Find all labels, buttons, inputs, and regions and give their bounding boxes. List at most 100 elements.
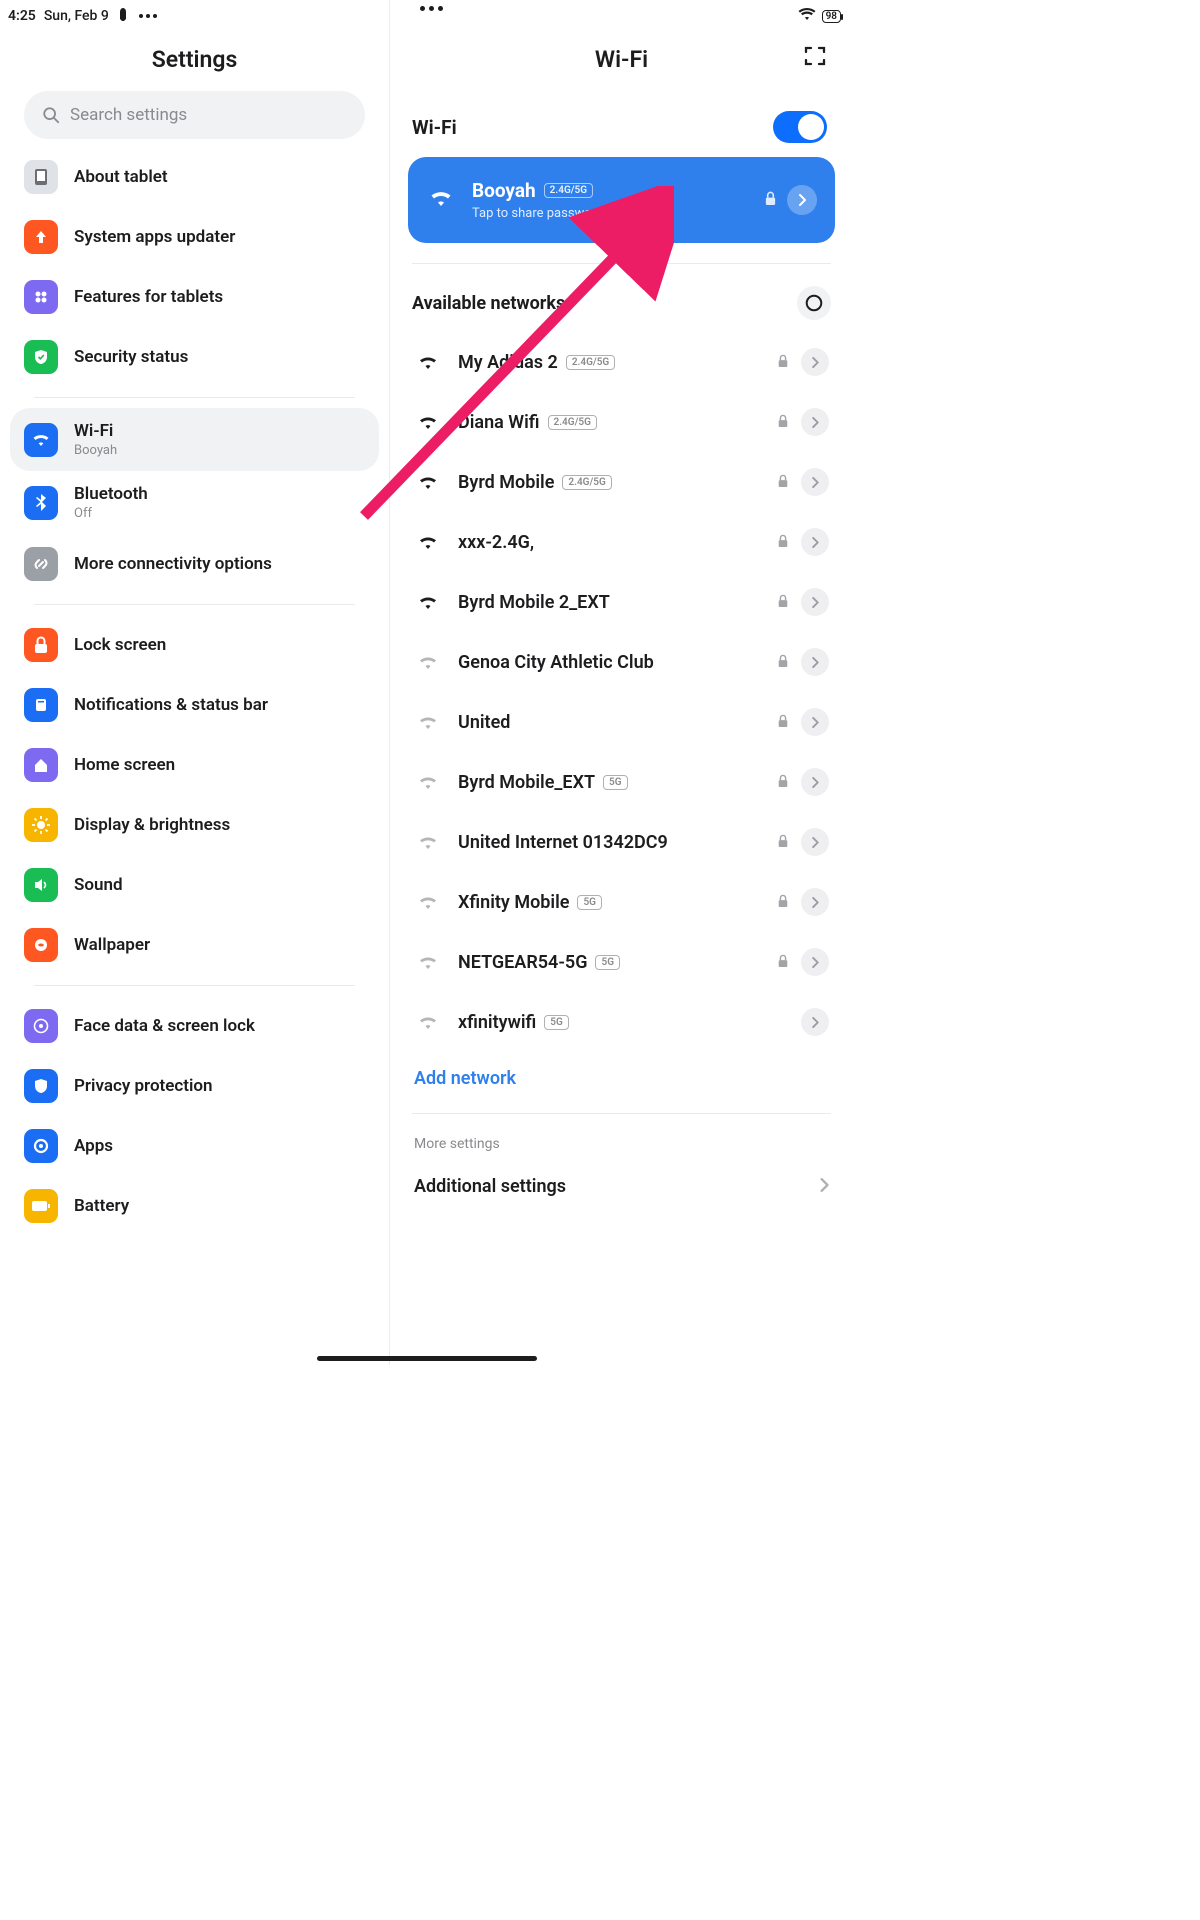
- speaker-icon: [24, 868, 58, 902]
- lock-icon: [777, 893, 789, 912]
- network-details-button[interactable]: [801, 708, 829, 736]
- overflow-icon[interactable]: [420, 6, 443, 11]
- network-row[interactable]: Byrd Mobile_EXT5G: [408, 752, 835, 812]
- network-details-button[interactable]: [801, 948, 829, 976]
- sidebar-item-face[interactable]: Face data & screen lock: [10, 996, 379, 1056]
- sidebar-item-sound[interactable]: Sound: [10, 855, 379, 915]
- wifi-signal-icon: [414, 1014, 442, 1031]
- network-ssid: xxx-2.4G,: [458, 532, 534, 553]
- sidebar-item-label: Wi-Fi: [74, 421, 117, 441]
- wifi-signal-icon: [414, 774, 442, 791]
- band-chip: 5G: [595, 955, 620, 970]
- lock-icon: [777, 653, 789, 672]
- lock-icon: [777, 533, 789, 552]
- network-details-button[interactable]: [801, 528, 829, 556]
- network-details-button[interactable]: [801, 348, 829, 376]
- face-icon: [24, 1009, 58, 1043]
- additional-settings-row[interactable]: Additional settings: [408, 1162, 835, 1211]
- sidebar-item-label: More connectivity options: [74, 554, 272, 574]
- divider: [412, 263, 831, 264]
- sidebar-item-label: Battery: [74, 1196, 129, 1216]
- wifi-title: Wi-Fi: [595, 46, 648, 73]
- network-row[interactable]: Genoa City Athletic Club: [408, 632, 835, 692]
- band-chip: 2.4G/5G: [544, 183, 593, 198]
- network-ssid: United: [458, 712, 510, 733]
- network-row[interactable]: Xfinity Mobile5G: [408, 872, 835, 932]
- network-ssid: xfinitywifi: [458, 1012, 536, 1033]
- sidebar-item-home[interactable]: Home screen: [10, 735, 379, 795]
- sidebar-item-notifs[interactable]: Notifications & status bar: [10, 675, 379, 735]
- refresh-button[interactable]: [797, 286, 831, 320]
- band-chip: 2.4G/5G: [562, 475, 611, 490]
- network-details-button[interactable]: [801, 588, 829, 616]
- lock-icon: [777, 473, 789, 492]
- network-row[interactable]: Byrd Mobile 2_EXT: [408, 572, 835, 632]
- network-details-button[interactable]: [801, 768, 829, 796]
- home-indicator[interactable]: [317, 1356, 537, 1361]
- wifi-toggle[interactable]: [773, 111, 827, 143]
- wifi-signal-icon: [414, 594, 442, 611]
- lock-icon: [777, 413, 789, 432]
- sidebar-item-label: About tablet: [74, 167, 168, 187]
- sidebar-item-display[interactable]: Display & brightness: [10, 795, 379, 855]
- network-row[interactable]: Diana Wifi2.4G/5G: [408, 392, 835, 452]
- status-date: Sun, Feb 9: [44, 8, 109, 24]
- link-icon: [24, 547, 58, 581]
- sidebar-item-bluetooth[interactable]: BluetoothOff: [10, 471, 379, 534]
- network-ssid: Byrd Mobile 2_EXT: [458, 592, 610, 613]
- search-input[interactable]: Search settings: [24, 91, 365, 139]
- network-details-button[interactable]: [801, 828, 829, 856]
- sidebar-item-about[interactable]: About tablet: [10, 147, 379, 207]
- network-ssid: Genoa City Athletic Club: [458, 652, 654, 673]
- lock-icon: [24, 628, 58, 662]
- sidebar-item-label: Security status: [74, 347, 188, 367]
- qr-scan-button[interactable]: [801, 42, 829, 70]
- lock-icon: [777, 953, 789, 972]
- network-row[interactable]: NETGEAR54-5G5G: [408, 932, 835, 992]
- sidebar-item-more-conn[interactable]: More connectivity options: [10, 534, 379, 594]
- network-row[interactable]: Byrd Mobile2.4G/5G: [408, 452, 835, 512]
- band-chip: 2.4G/5G: [548, 415, 597, 430]
- divider: [34, 985, 355, 986]
- network-details-button[interactable]: [801, 408, 829, 436]
- network-details-button[interactable]: [801, 468, 829, 496]
- sidebar-item-sub: Off: [74, 506, 148, 521]
- add-network-button[interactable]: Add network: [408, 1052, 835, 1113]
- network-details-button[interactable]: [801, 1008, 829, 1036]
- privacy-icon: [24, 1069, 58, 1103]
- network-row[interactable]: My Adidas 22.4G/5G: [408, 332, 835, 392]
- sun-icon: [24, 808, 58, 842]
- network-details-button[interactable]: [801, 648, 829, 676]
- sidebar-item-battery[interactable]: Battery: [10, 1176, 379, 1236]
- wifi-icon: [24, 423, 58, 457]
- sidebar-item-wallpaper[interactable]: Wallpaper: [10, 915, 379, 975]
- sidebar-item-features[interactable]: Features for tablets: [10, 267, 379, 327]
- battery-icon: [24, 1189, 58, 1223]
- sidebar-item-label: Privacy protection: [74, 1076, 213, 1096]
- network-details-button[interactable]: [787, 185, 817, 215]
- wifi-status-icon: [798, 7, 816, 25]
- sidebar-item-label: Wallpaper: [74, 935, 150, 955]
- more-icon[interactable]: [139, 14, 157, 18]
- sidebar-item-sub: Booyah: [74, 443, 117, 458]
- status-bar: 4:25 Sun, Feb 9 98: [0, 0, 853, 28]
- network-row[interactable]: United: [408, 692, 835, 752]
- network-row[interactable]: xxx-2.4G,: [408, 512, 835, 572]
- sidebar-item-privacy[interactable]: Privacy protection: [10, 1056, 379, 1116]
- divider: [34, 397, 355, 398]
- band-chip: 5G: [603, 775, 628, 790]
- available-networks-label: Available networks: [412, 293, 565, 314]
- sidebar-item-security[interactable]: Security status: [10, 327, 379, 387]
- network-row[interactable]: xfinitywifi5G: [408, 992, 835, 1052]
- sidebar-item-label: Notifications & status bar: [74, 695, 268, 715]
- sidebar-item-updater[interactable]: System apps updater: [10, 207, 379, 267]
- network-details-button[interactable]: [801, 888, 829, 916]
- sidebar-item-lock[interactable]: Lock screen: [10, 615, 379, 675]
- network-row[interactable]: United Internet 01342DC9: [408, 812, 835, 872]
- network-ssid: United Internet 01342DC9: [458, 832, 668, 853]
- sidebar-item-apps[interactable]: Apps: [10, 1116, 379, 1176]
- connected-subtitle: Tap to share password: [472, 206, 603, 221]
- bluetooth-icon: [24, 486, 58, 520]
- sidebar-item-wifi[interactable]: Wi-Fi Booyah: [10, 408, 379, 471]
- connected-network-card[interactable]: Booyah 2.4G/5G Tap to share password: [408, 157, 835, 243]
